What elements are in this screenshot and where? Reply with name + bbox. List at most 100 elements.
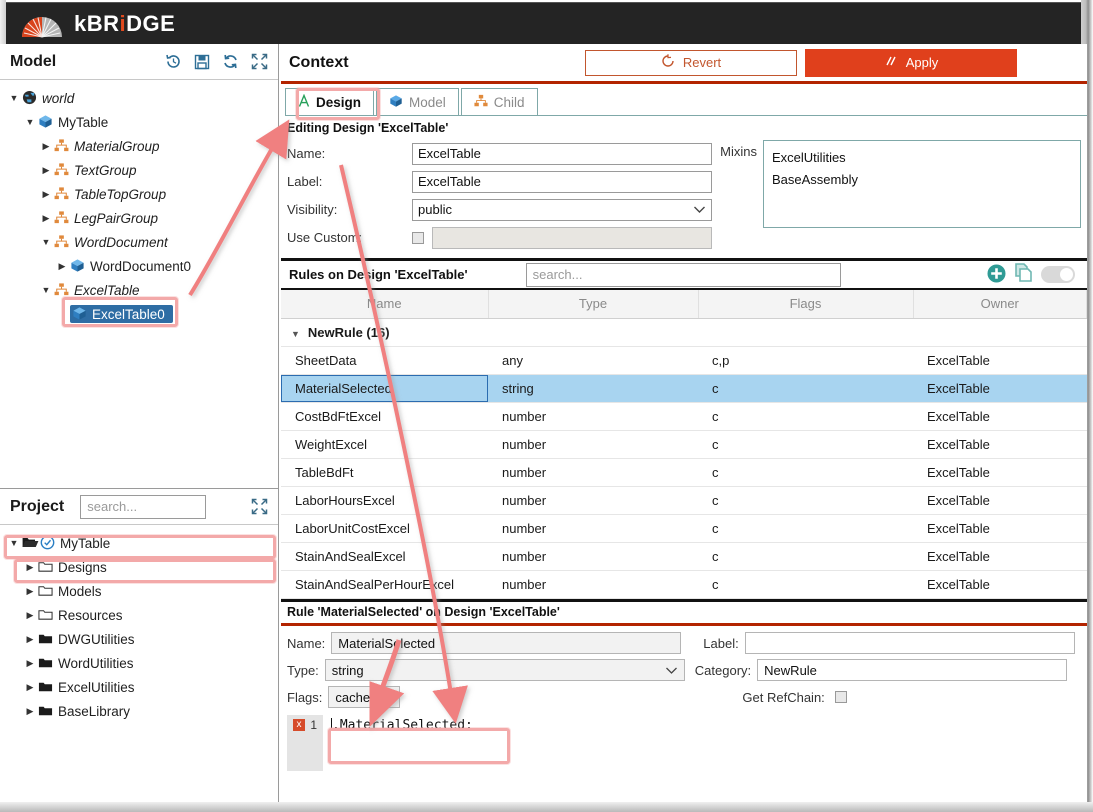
table-row[interactable]: SheetData any c,p ExcelTable xyxy=(281,346,1087,375)
save-icon[interactable] xyxy=(194,54,210,70)
chevron-right-icon[interactable]: ▶ xyxy=(38,165,54,176)
chevron-right-icon[interactable]: ▶ xyxy=(22,610,38,621)
rule-owner-cell: ExcelTable xyxy=(913,514,1087,543)
chevron-right-icon[interactable]: ▶ xyxy=(22,658,38,669)
project-tree[interactable]: ▼ MyTable ▶ Designs ▶ Models ▶ Resources ▶ DWGUti… xyxy=(0,525,278,723)
table-row[interactable]: StainAndSealExcel number c ExcelTable xyxy=(281,542,1087,571)
rules-group-row[interactable]: ▼ NewRule (16) xyxy=(281,318,1087,347)
folder-solid-icon xyxy=(38,703,54,719)
model-tree-item[interactable]: ▶ TableTopGroup xyxy=(0,182,278,206)
model-tree-item-label: world xyxy=(42,90,75,106)
chevron-right-icon[interactable]: ▶ xyxy=(54,261,70,272)
group-icon xyxy=(54,162,70,178)
project-tree-item[interactable]: ▶ DWGUtilities xyxy=(0,627,278,651)
model-tree-item[interactable]: ▼ ExcelTable xyxy=(0,278,278,302)
model-tree-item[interactable]: ▶ MaterialGroup xyxy=(0,134,278,158)
selected-node-chip[interactable]: ExcelTable0 xyxy=(70,305,173,323)
rule-flags-value: cached xyxy=(335,689,378,705)
chevron-right-icon[interactable]: ▶ xyxy=(22,586,38,597)
chevron-right-icon[interactable]: ▶ xyxy=(22,682,38,693)
project-tree-item[interactable]: ▶ WordUtilities xyxy=(0,651,278,675)
model-tree-item[interactable]: ▼ WordDocument xyxy=(0,230,278,254)
rule-label-input[interactable] xyxy=(744,632,1075,654)
table-row-selected[interactable]: MaterialSelected string c ExcelTable xyxy=(281,374,1087,403)
design-name-input[interactable]: ExcelTable xyxy=(412,142,713,165)
apply-button[interactable]: Apply xyxy=(805,48,1017,77)
chevron-down-icon[interactable]: ▼ xyxy=(22,117,38,127)
chevron-right-icon[interactable]: ▶ xyxy=(38,141,54,152)
model-tree-item[interactable]: ▶ TextGroup xyxy=(0,158,278,182)
project-tree-item-label: Resources xyxy=(58,607,123,623)
table-row[interactable]: WeightExcel number c ExcelTable xyxy=(281,430,1087,459)
design-visibility-select[interactable]: public xyxy=(412,198,713,221)
rules-search-input[interactable]: search... xyxy=(525,262,841,287)
model-tree-item-label: TableTopGroup xyxy=(74,186,167,202)
rule-code-editor[interactable]: x 1 .MaterialSelected; xyxy=(287,714,1081,771)
model-tree-item[interactable]: ▼ world xyxy=(0,86,278,110)
project-tree-item[interactable]: ▶ Resources xyxy=(0,603,278,627)
use-custom-checkbox[interactable] xyxy=(412,231,424,244)
table-row[interactable]: StainAndSealPerHourExcel number c ExcelTabl… xyxy=(281,570,1087,599)
model-panel-toolbar xyxy=(165,53,268,70)
model-tree-item[interactable]: ▶ LegPairGroup xyxy=(0,206,278,230)
add-rule-icon[interactable] xyxy=(986,263,1007,287)
chevron-right-icon[interactable]: ▶ xyxy=(38,189,54,200)
mixin-item[interactable]: ExcelUtilities xyxy=(772,147,1072,169)
rules-toggle-switch[interactable] xyxy=(1041,266,1075,283)
chevron-down-icon[interactable]: ▼ xyxy=(6,93,22,103)
mixins-list[interactable]: ExcelUtilities BaseAssembly xyxy=(763,140,1081,228)
model-tree-item-label: MyTable xyxy=(58,114,109,130)
project-tree-item[interactable]: ▶ Designs xyxy=(0,555,278,579)
rules-column-header[interactable]: Owner xyxy=(913,290,1087,319)
chevron-down-icon[interactable]: ▼ xyxy=(38,285,54,295)
rule-type-cell: string xyxy=(488,374,698,403)
duplicate-rule-icon[interactable] xyxy=(1013,262,1035,287)
design-label-input[interactable]: ExcelTable xyxy=(412,170,713,193)
project-tree-item[interactable]: ▶ ExcelUtilities xyxy=(0,675,278,699)
model-tree-item[interactable]: ▼ MyTable xyxy=(0,110,278,134)
rules-column-header[interactable]: Name xyxy=(281,290,489,319)
history-icon[interactable] xyxy=(165,53,182,70)
tab-model[interactable]: Model xyxy=(376,88,459,115)
tab-design[interactable]: Design xyxy=(285,88,375,115)
table-row[interactable]: TableBdFt number c ExcelTable xyxy=(281,458,1087,487)
model-tree-item-selected[interactable]: ▶ExcelTable0 xyxy=(0,302,278,326)
design-name-label: Name: xyxy=(287,146,326,161)
chevron-right-icon[interactable]: ▶ xyxy=(22,634,38,645)
editing-design-header: Editing Design 'ExcelTable' xyxy=(287,121,449,135)
model-panel-title: Model xyxy=(10,52,57,70)
chevron-down-icon[interactable]: ▼ xyxy=(38,237,54,247)
table-row[interactable]: LaborHoursExcel number c ExcelTable xyxy=(281,486,1087,515)
mixin-item[interactable]: BaseAssembly xyxy=(772,169,1072,191)
project-tree-item[interactable]: ▼ MyTable xyxy=(0,531,278,555)
chevron-down-icon[interactable]: ▼ xyxy=(291,329,300,339)
get-refchain-checkbox[interactable] xyxy=(834,691,847,703)
rule-refchain-label: Get RefChain: xyxy=(742,689,825,705)
rule-category-input[interactable]: NewRule xyxy=(757,659,1068,681)
table-row[interactable]: CostBdFtExcel number c ExcelTable xyxy=(281,402,1087,431)
tab-child[interactable]: Child xyxy=(460,88,538,115)
project-search-input[interactable]: search... xyxy=(80,494,207,519)
chevron-right-icon[interactable]: ▶ xyxy=(22,562,38,573)
revert-button[interactable]: Revert xyxy=(585,49,797,76)
model-tree-item[interactable]: ▶ WordDocument0 xyxy=(0,254,278,278)
refresh-icon[interactable] xyxy=(222,53,239,70)
rule-name-input[interactable]: MaterialSelected xyxy=(331,632,682,654)
project-tree-item[interactable]: ▶ BaseLibrary xyxy=(0,699,278,723)
expand-icon[interactable] xyxy=(251,53,268,70)
chevron-right-icon[interactable]: ▶ xyxy=(38,213,54,224)
model-tree[interactable]: ▼ world ▼ MyTable ▶ MaterialGroup ▶ TextGroup ▶ T… xyxy=(0,80,278,326)
rules-column-header[interactable]: Type xyxy=(488,290,699,319)
expand-icon[interactable] xyxy=(251,498,268,515)
code-line-1[interactable]: .MaterialSelected; xyxy=(323,714,1081,771)
rule-type-select[interactable]: string xyxy=(324,659,685,681)
rules-column-header[interactable]: Flags xyxy=(698,290,914,319)
rule-flags-select[interactable]: cached xyxy=(328,686,401,708)
chevron-down-icon[interactable]: ▼ xyxy=(6,538,22,548)
project-tree-item[interactable]: ▶ Models xyxy=(0,579,278,603)
group-icon xyxy=(54,210,70,226)
table-row[interactable]: LaborUnitCostExcel number c ExcelTable xyxy=(281,514,1087,543)
rule-type-cell: number xyxy=(488,542,698,571)
rules-table-body[interactable]: ▼ NewRule (16) SheetData any c,p ExcelTable Ma… xyxy=(281,318,1087,599)
chevron-right-icon[interactable]: ▶ xyxy=(22,706,38,717)
